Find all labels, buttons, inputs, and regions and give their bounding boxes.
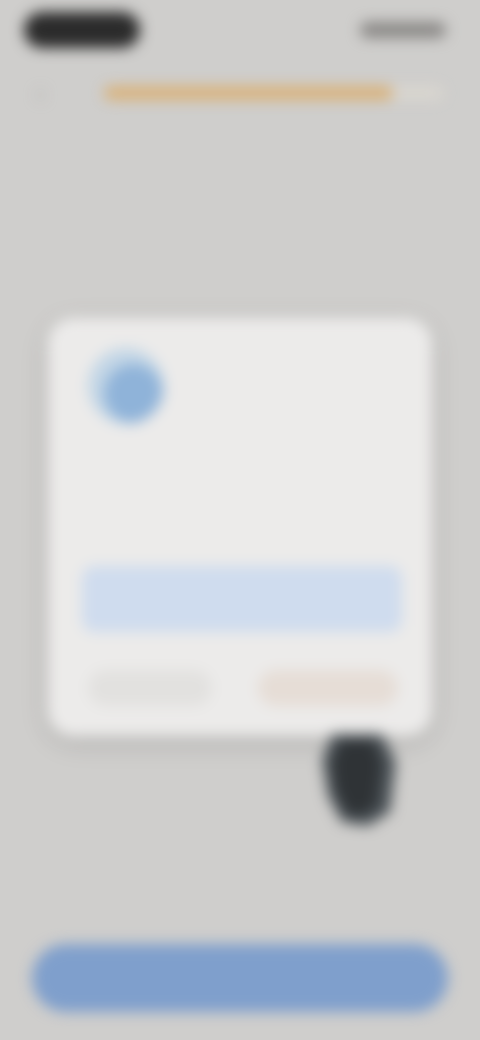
progress-fill bbox=[104, 86, 393, 100]
progress-bar bbox=[104, 86, 444, 100]
card-info-box bbox=[82, 566, 402, 632]
permission-card bbox=[48, 318, 432, 736]
onboarding-screen: ‹ bbox=[0, 0, 480, 1040]
back-arrow-icon[interactable]: ‹ bbox=[36, 78, 66, 108]
continue-button[interactable] bbox=[32, 944, 448, 1012]
app-logo-icon bbox=[88, 348, 164, 424]
status-indicators bbox=[360, 22, 446, 38]
card-left-button[interactable] bbox=[88, 670, 212, 706]
status-time-pill bbox=[24, 12, 140, 48]
card-right-button[interactable] bbox=[258, 670, 398, 706]
hand-pointer-icon bbox=[322, 734, 396, 826]
